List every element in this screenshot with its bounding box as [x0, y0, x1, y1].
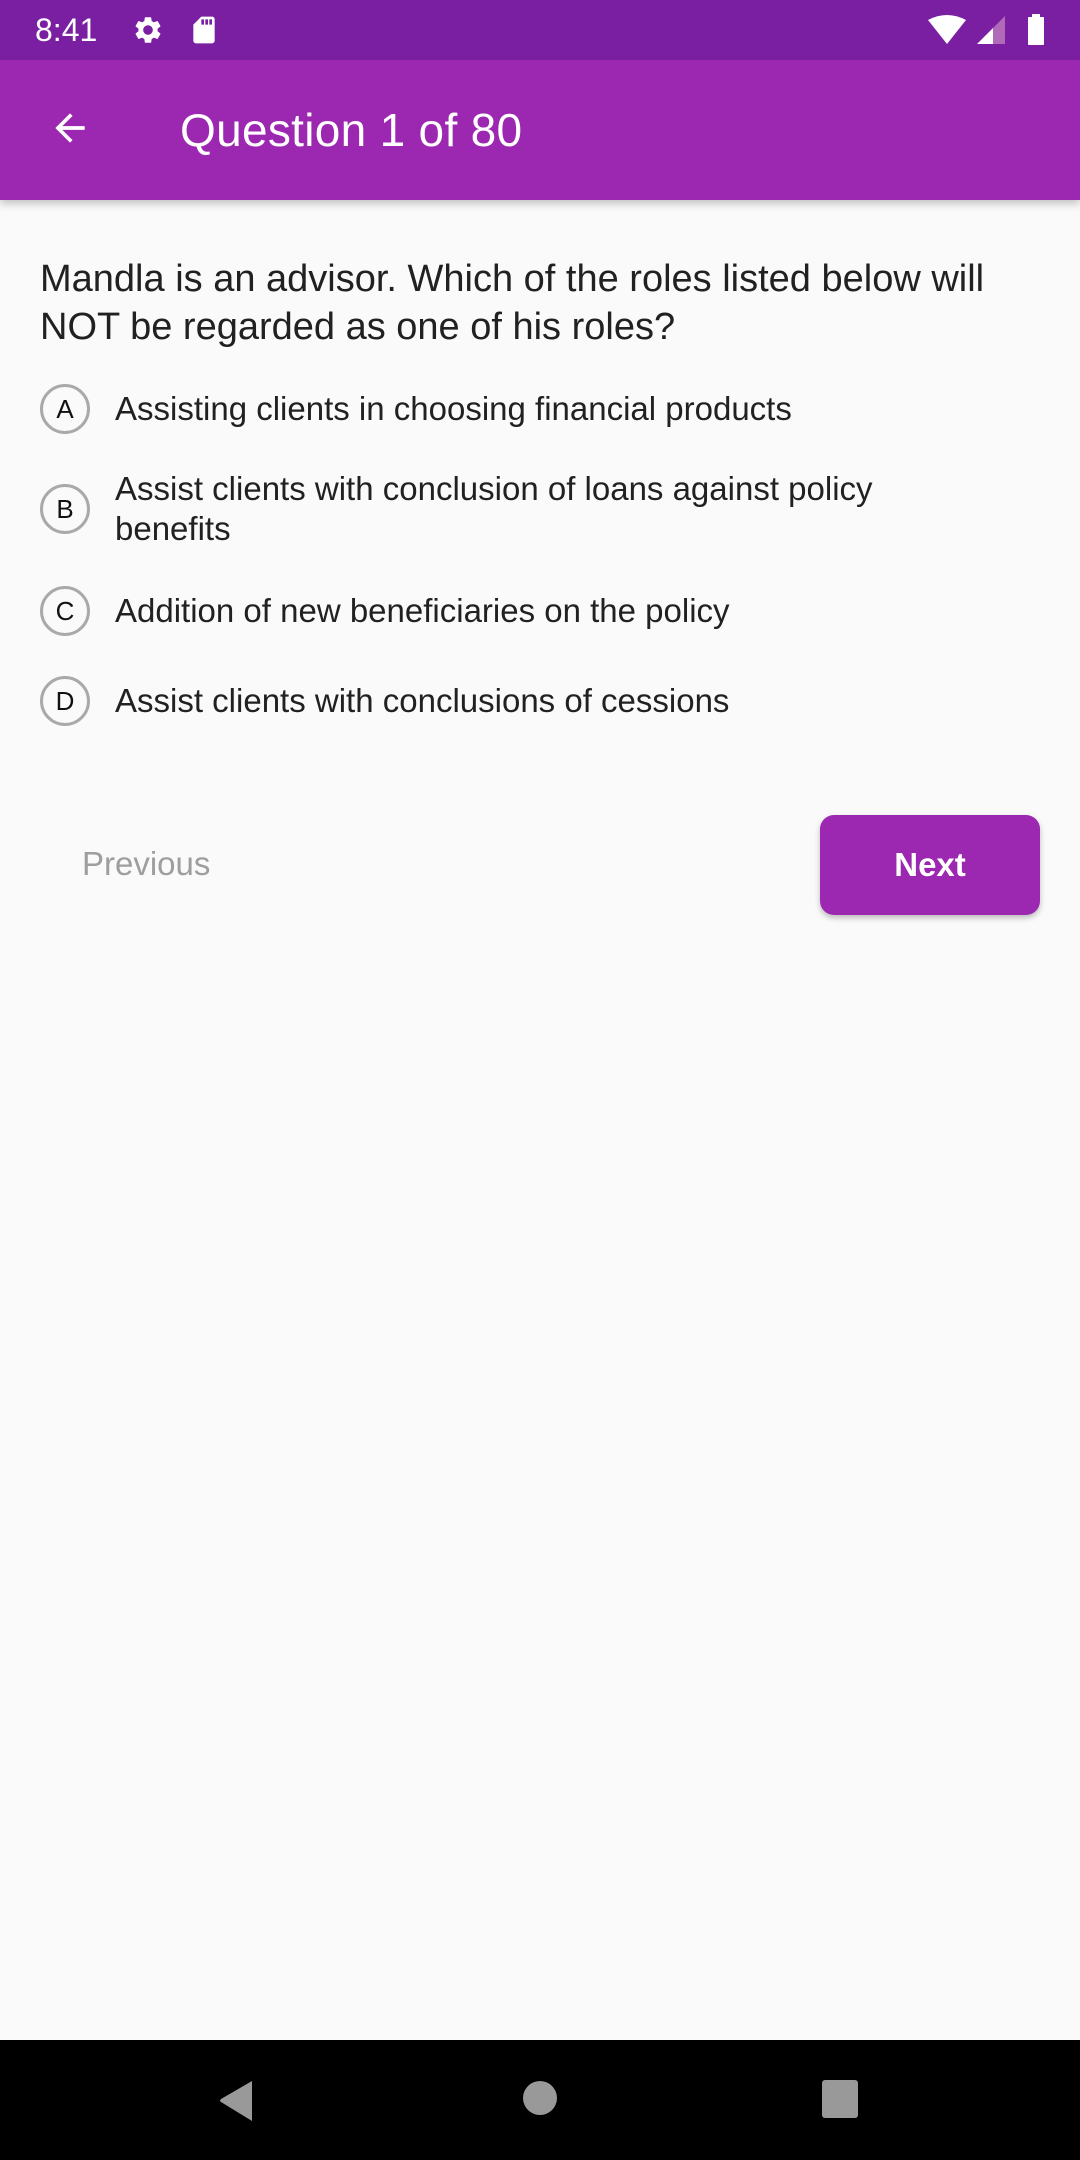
next-button[interactable]: Next: [820, 815, 1040, 915]
system-navigation-bar: [0, 2040, 1080, 2160]
option-letter-badge: B: [40, 484, 90, 534]
option-label: Assist clients with conclusions of cessi…: [115, 682, 730, 719]
cell-signal-icon: [975, 14, 1007, 46]
answer-option-a[interactable]: A Assisting clients in choosing financia…: [40, 379, 1050, 439]
arrow-back-icon: [48, 106, 92, 155]
battery-icon: [1026, 14, 1046, 46]
answer-option-d[interactable]: D Assist clients with conclusions of ces…: [40, 671, 1050, 731]
wifi-icon: [927, 14, 967, 46]
option-label: Assisting clients in choosing financial …: [115, 390, 792, 427]
sd-card-icon: [188, 14, 220, 46]
option-letter-badge: D: [40, 676, 90, 726]
app-bar: Question 1 of 80: [0, 60, 1080, 200]
answer-option-b[interactable]: B Assist clients with conclusion of loan…: [40, 469, 1050, 549]
settings-icon: [132, 14, 164, 46]
page-title: Question 1 of 80: [180, 104, 523, 156]
back-button[interactable]: [30, 90, 110, 170]
previous-button[interactable]: Previous: [60, 835, 232, 893]
status-bar: 8:41: [0, 0, 1080, 60]
question-content: Mandla is an advisor. Which of the roles…: [40, 255, 1050, 731]
option-letter-badge: A: [40, 384, 90, 434]
question-text: Mandla is an advisor. Which of the roles…: [40, 258, 985, 348]
option-label: Assist clients with conclusion of loans …: [115, 470, 873, 547]
system-home-button[interactable]: [522, 2080, 558, 2121]
option-label: Addition of new beneficiaries on the pol…: [115, 592, 730, 629]
status-time: 8:41: [35, 12, 98, 48]
system-recents-button[interactable]: [822, 2080, 858, 2123]
system-back-button[interactable]: [218, 2080, 254, 2127]
answer-options: A Assisting clients in choosing financia…: [40, 379, 1050, 731]
answer-option-c[interactable]: C Addition of new beneficiaries on the p…: [40, 581, 1050, 641]
option-letter-badge: C: [40, 586, 90, 636]
question-navigation: Previous Next: [0, 815, 1080, 915]
